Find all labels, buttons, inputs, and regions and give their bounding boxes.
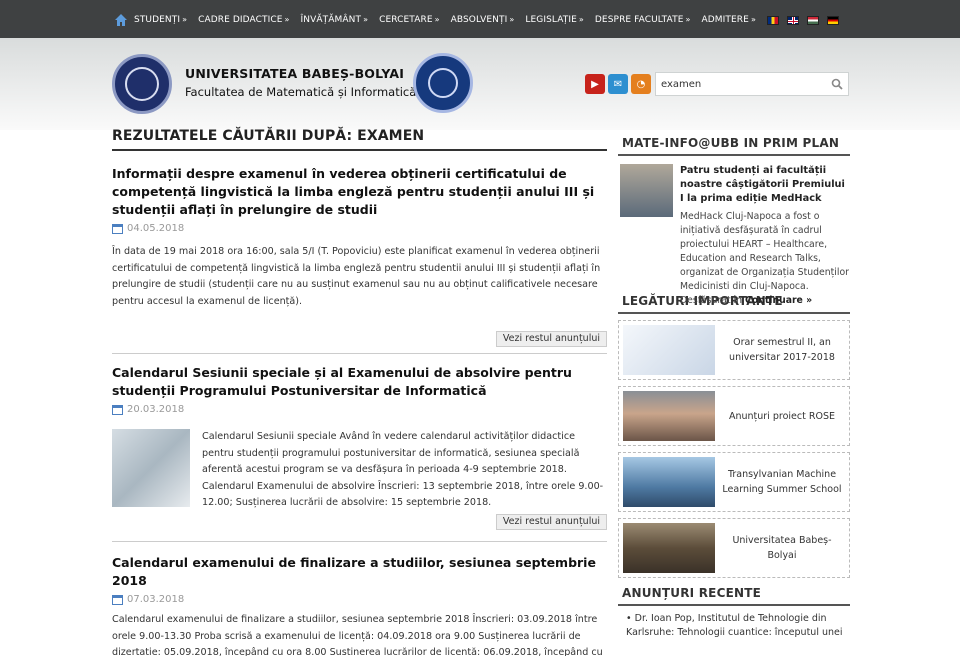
recent-announcements-list: • Dr. Ioan Pop, Institutul de Tehnologie… (618, 612, 850, 640)
calendar-icon (112, 594, 123, 605)
nav-item-despre-facultate[interactable]: DESPRE FACULTATE» (595, 15, 691, 25)
flag-de-icon[interactable] (826, 15, 839, 25)
mail-icon[interactable]: ✉ (608, 74, 628, 94)
result-title[interactable]: Calendarul examenului de finalizare a st… (112, 542, 607, 590)
youtube-icon[interactable]: ▶ (585, 74, 605, 94)
continue-link[interactable]: Continuare » (745, 295, 812, 306)
recent-announcements-title: ANUNȚURI RECENTE (618, 578, 850, 606)
result-excerpt: Calendarul Sesiunii speciale Având în ve… (202, 431, 604, 509)
result-date: 07.03.2018 (112, 594, 607, 605)
top-navigation-bar: STUDENȚI» CADRE DIDACTICE» ÎNVĂȚĂMÂNT» C… (0, 0, 960, 38)
search-results: REZULTATELE CĂUTĂRII DUPĂ: EXAMEN Inform… (112, 128, 607, 656)
sidebar: MATE-INFO@UBB IN PRIM PLAN Patru studenț… (618, 128, 850, 640)
nav-item-legislatie[interactable]: LEGISLAȚIE» (525, 15, 584, 25)
important-links: Orar semestrul II, an universitar 2017-2… (618, 320, 850, 578)
announcement-item[interactable]: • Dr. Ioan Pop, Institutul de Tehnologie… (626, 612, 850, 640)
nav-item-cadre-didactice[interactable]: CADRE DIDACTICE» (198, 15, 289, 25)
results-title: REZULTATELE CĂUTĂRII DUPĂ: EXAMEN (112, 128, 607, 151)
prim-plan-section: MATE-INFO@UBB IN PRIM PLAN Patru studenț… (618, 128, 850, 306)
flag-gb-icon[interactable] (786, 15, 799, 25)
main-nav: STUDENȚI» CADRE DIDACTICE» ÎNVĂȚĂMÂNT» C… (114, 10, 847, 30)
flag-ro-icon[interactable] (766, 15, 779, 25)
search-box (655, 72, 849, 96)
search-input[interactable] (661, 76, 821, 93)
read-more-button[interactable]: Vezi restul anunțului (495, 331, 607, 347)
nav-item-admitere[interactable]: ADMITERE» (702, 15, 756, 25)
faculty-name[interactable]: Facultatea de Matematică și Informatică (185, 85, 416, 99)
result-date: 04.05.2018 (112, 223, 607, 234)
rss-icon[interactable]: ◔ (631, 74, 651, 94)
result-excerpt: În data de 19 mai 2018 ora 16:00, sala 5… (112, 246, 601, 307)
university-name[interactable]: UNIVERSITATEA BABEȘ-BOLYAI (185, 66, 404, 81)
medhack-photo[interactable] (620, 164, 673, 217)
result-item: Informații despre examenul în vederea ob… (112, 161, 607, 354)
result-excerpt: Calendarul examenului de finalizare a st… (112, 614, 603, 656)
result-thumbnail[interactable] (112, 429, 190, 507)
cluj-skyline-image (623, 457, 715, 507)
home-icon[interactable] (114, 13, 128, 27)
result-date: 20.03.2018 (112, 404, 607, 415)
nav-item-absolventi[interactable]: ABSOLVENȚI» (451, 15, 515, 25)
read-more-button[interactable]: Vezi restul anunțului (495, 514, 607, 530)
link-rose[interactable]: Anunțuri proiect ROSE (618, 386, 850, 446)
calendar-image (623, 325, 715, 375)
nav-item-cercetare[interactable]: CERCETARE» (379, 15, 440, 25)
calendar-icon (112, 223, 123, 234)
ubb-building-image (623, 523, 715, 573)
link-tmlss[interactable]: Transylvanian Machine Learning Summer Sc… (618, 452, 850, 512)
result-item: Calendarul examenului de finalizare a st… (112, 542, 607, 656)
nav-item-invatamant[interactable]: ÎNVĂȚĂMÂNT» (301, 15, 369, 25)
prim-plan-title: MATE-INFO@UBB IN PRIM PLAN (618, 128, 850, 156)
link-ubb[interactable]: Universitatea Babeș-Bolyai (618, 518, 850, 578)
search-icon[interactable] (830, 77, 844, 91)
rose-project-image (623, 391, 715, 441)
result-title[interactable]: Calendarul Sesiunii speciale și al Exame… (112, 354, 607, 400)
prim-plan-headline[interactable]: Patru studenți ai facultății noastre câș… (680, 164, 850, 206)
flag-hu-icon[interactable] (806, 15, 819, 25)
result-item: Calendarul Sesiunii speciale și al Exame… (112, 354, 607, 542)
calendar-icon (112, 404, 123, 415)
ubb-seal-logo[interactable] (112, 54, 172, 114)
nav-item-studenti[interactable]: STUDENȚI» (134, 15, 187, 25)
faculty-seal-logo[interactable] (413, 53, 473, 113)
link-orar[interactable]: Orar semestrul II, an universitar 2017-2… (618, 320, 850, 380)
result-title[interactable]: Informații despre examenul în vederea ob… (112, 161, 607, 219)
prim-plan-text: MedHack Cluj-Napoca a fost o inițiativă … (680, 211, 849, 306)
